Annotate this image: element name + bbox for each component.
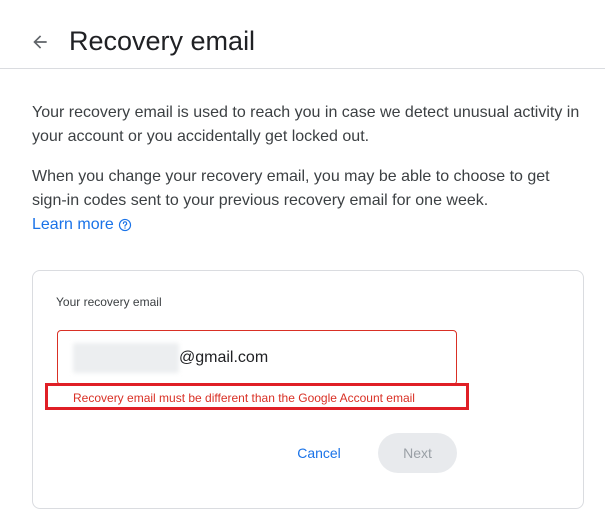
- email-field[interactable]: @gmail.com: [57, 330, 457, 385]
- redacted-username: [73, 343, 179, 373]
- change-description-text: When you change your recovery email, you…: [32, 168, 550, 209]
- recovery-description: Your recovery email is used to reach you…: [32, 104, 580, 145]
- help-circle-icon: [118, 218, 131, 232]
- back-button[interactable]: [26, 28, 54, 56]
- cancel-button[interactable]: Cancel: [282, 433, 356, 473]
- arrow-back-icon: [33, 35, 47, 49]
- change-description: When you change your recovery email, you…: [32, 165, 584, 237]
- learn-more-link[interactable]: Learn more: [32, 213, 132, 237]
- page-header: Recovery email: [0, 0, 605, 69]
- email-domain: @gmail.com: [179, 349, 269, 366]
- error-message: Recovery email must be different than th…: [73, 391, 415, 405]
- email-field-label: Your recovery email: [56, 295, 162, 309]
- learn-more-label: Learn more: [32, 216, 114, 233]
- next-button[interactable]: Next: [378, 433, 457, 473]
- page-title: Recovery email: [69, 26, 256, 56]
